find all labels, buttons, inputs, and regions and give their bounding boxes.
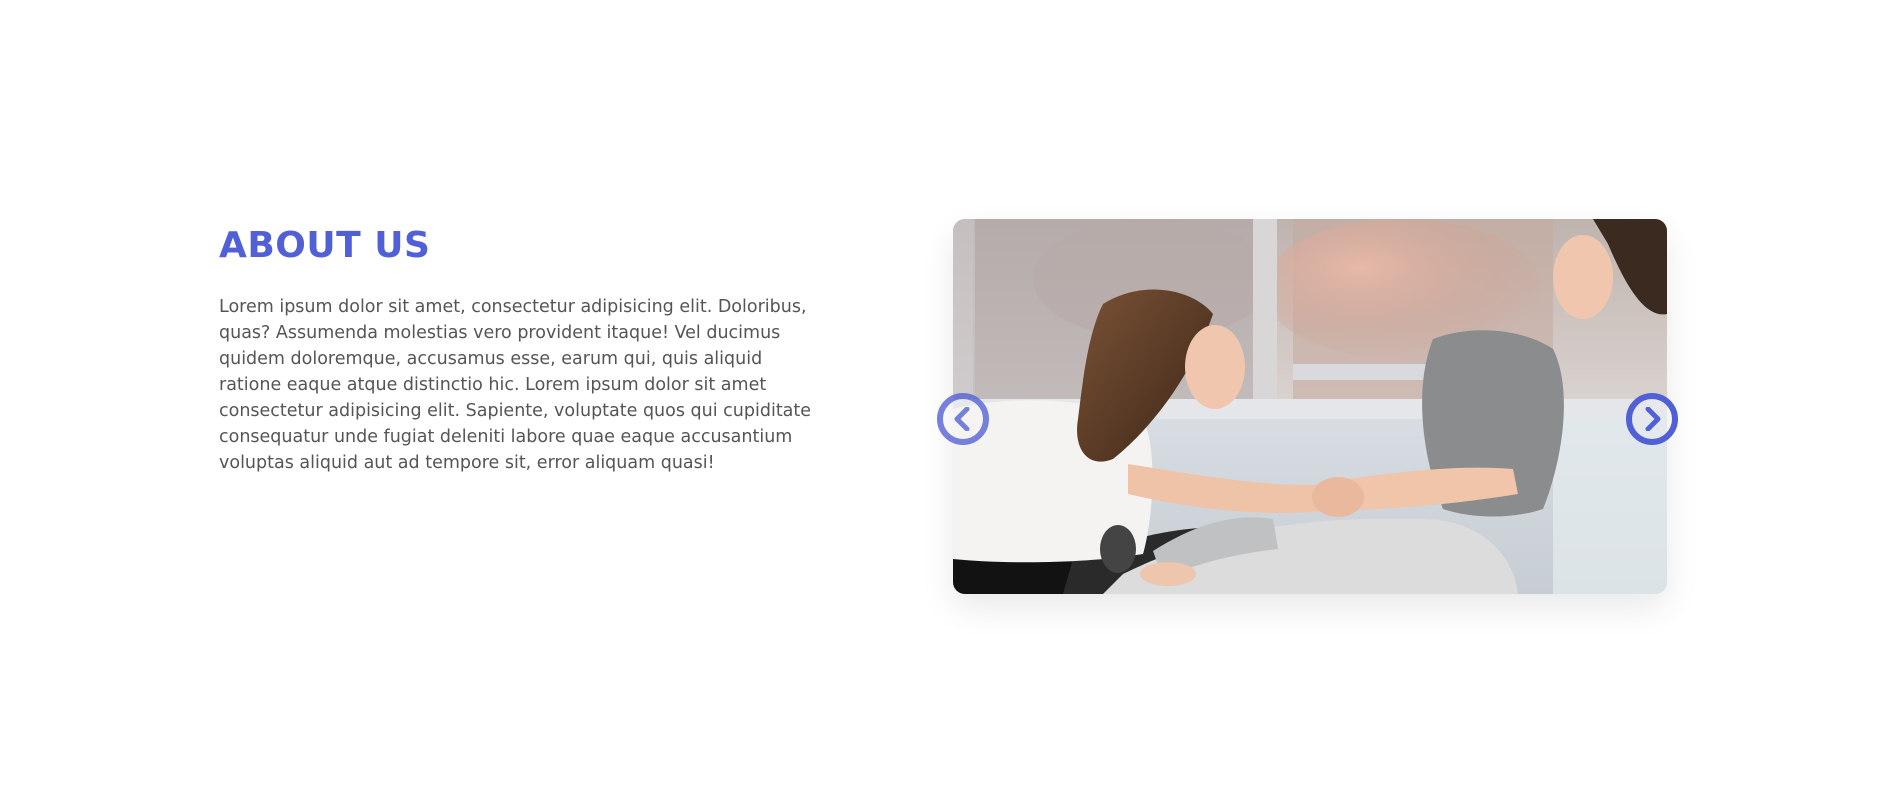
image-carousel[interactable]: [953, 219, 1667, 594]
about-title: ABOUT US: [219, 225, 431, 266]
slide-image: [953, 219, 1667, 594]
next-slide-button[interactable]: [1626, 393, 1678, 445]
chevron-left-icon: [954, 407, 970, 431]
about-text-block: ABOUT US Lorem ipsum dolor sit amet, con…: [219, 220, 819, 476]
chevron-right-icon: [1645, 407, 1661, 431]
prev-slide-button[interactable]: [937, 393, 989, 445]
about-section: ABOUT US Lorem ipsum dolor sit amet, con…: [0, 0, 1894, 812]
about-description: Lorem ipsum dolor sit amet, consectetur …: [219, 297, 812, 473]
